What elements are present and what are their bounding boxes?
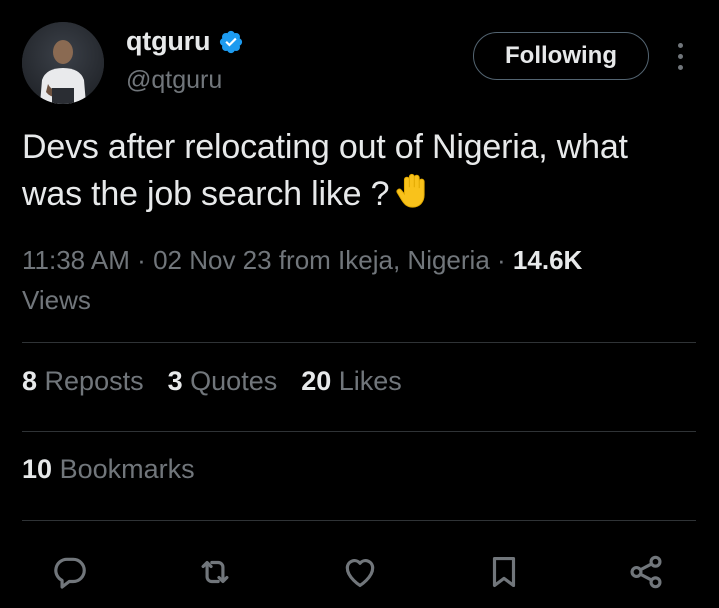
verified-badge-icon [218,29,244,55]
likes-label: Likes [338,366,402,396]
display-name[interactable]: qtguru [126,26,210,57]
tweet-header: qtguru @qtguru Following [22,22,698,104]
likes-count: 20 [301,366,332,396]
quotes-label: Quotes [190,366,278,396]
raised-hand-icon [395,173,429,209]
tweet-text: Devs after relocating out of Nigeria, wh… [22,124,702,218]
meta-separator: · [497,245,513,275]
tweet-location: from Ikeja, Nigeria [278,245,490,275]
avatar[interactable] [22,22,104,104]
bookmarks-count: 10 [22,454,53,484]
reposts-label: Reposts [44,366,144,396]
like-icon[interactable] [338,550,382,594]
views-count: 14.6K [512,245,583,275]
reply-icon[interactable] [48,550,92,594]
divider [22,431,696,432]
user-handle[interactable]: @qtguru [126,66,222,95]
quotes-count: 3 [167,366,183,396]
bookmarks-stat[interactable]: 10 Bookmarks [22,454,195,485]
quotes-stat[interactable]: 3 Quotes [168,366,278,397]
name-row: qtguru [126,26,244,57]
tweet-time[interactable]: 11:38 AM [22,245,130,275]
following-button[interactable]: Following [473,32,649,80]
bookmark-icon[interactable] [482,550,526,594]
action-bar [22,542,696,598]
engagement-stats: 8 Reposts 3 Quotes 20 Likes [22,366,402,397]
tweet-text-line-2: was the job search like ? [22,171,702,218]
tweet-text-line-1: Devs after relocating out of Nigeria, wh… [22,128,628,166]
tweet-text-line-2-text: was the job search like ? [22,175,390,213]
reposts-count: 8 [22,366,38,396]
divider [22,520,696,521]
divider [22,342,696,343]
likes-stat[interactable]: 20 Likes [301,366,402,397]
share-icon[interactable] [624,550,668,594]
meta-separator: · [137,245,154,275]
more-options-icon[interactable] [667,38,693,74]
views-label: Views [22,285,91,315]
repost-icon[interactable] [193,550,237,594]
reposts-stat[interactable]: 8 Reposts [22,366,144,397]
bookmarks-label: Bookmarks [59,454,195,484]
tweet-date[interactable]: 02 Nov 23 [153,245,272,275]
tweet-meta: 11:38 AM · 02 Nov 23 from Ikeja, Nigeria… [22,240,702,320]
